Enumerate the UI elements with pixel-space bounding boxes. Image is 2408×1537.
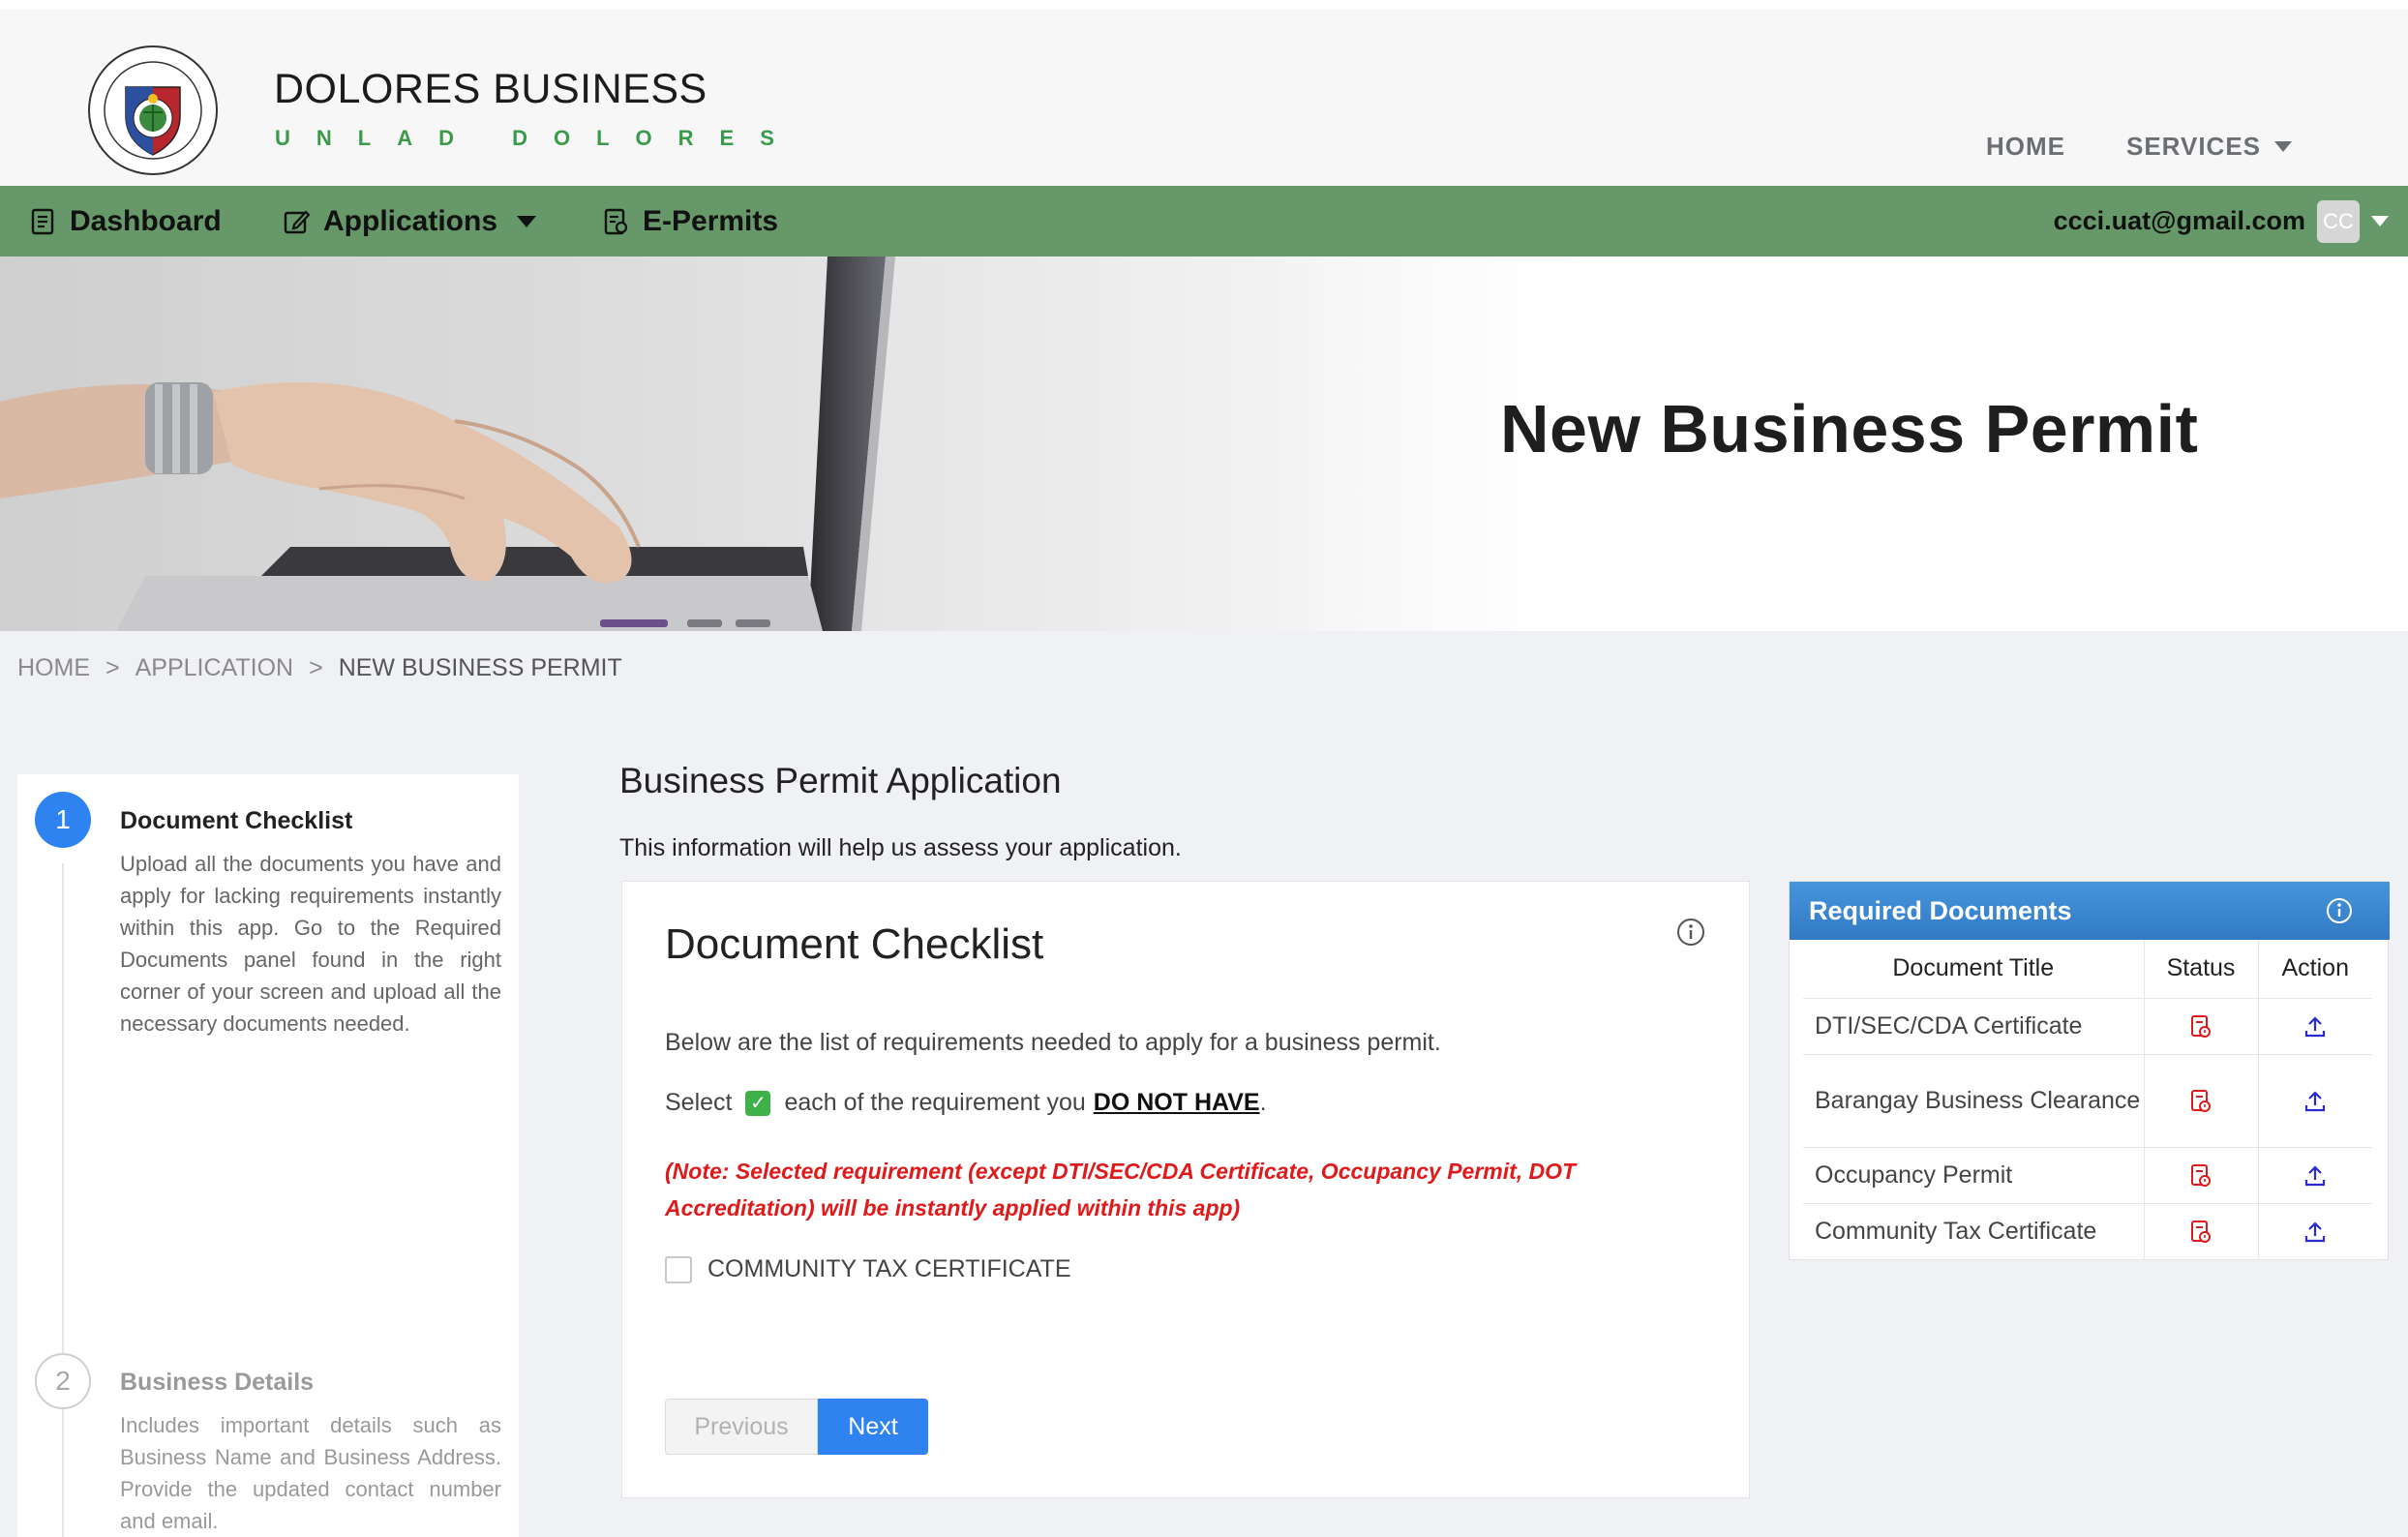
upload-icon[interactable] — [2303, 1163, 2327, 1189]
step-2-indicator[interactable]: 2 — [35, 1353, 91, 1409]
progress-stepper: 1 Document Checklist Upload all the docu… — [17, 774, 519, 1537]
document-title: Community Tax Certificate — [1803, 1203, 2144, 1260]
document-pending-icon[interactable] — [2189, 1163, 2212, 1189]
step-1-description: Upload all the documents you have and ap… — [120, 852, 501, 1036]
column-header: Status — [2143, 940, 2258, 999]
section-subtitle: This information will help us assess you… — [619, 834, 1182, 861]
top-header: DOLORES BUSINESS UNLAD DOLORES HOME SERV… — [0, 0, 2408, 186]
brand-title: DOLORES BUSINESS — [274, 66, 707, 112]
nav-home-link[interactable]: HOME — [1986, 132, 2065, 162]
instruction-suffix: . — [1259, 1089, 1267, 1116]
breadcrumb: HOME > APPLICATION > NEW BUSINESS PERMIT — [17, 654, 622, 682]
instruction-emphasis: DO NOT HAVE — [1093, 1089, 1260, 1116]
main-navbar: Dashboard Applications E-Permits ccci.ua… — [0, 186, 2408, 256]
nav-services-label: SERVICES — [2126, 132, 2262, 161]
checklist-intro: Below are the list of requirements neede… — [665, 1029, 1441, 1056]
stepper-line — [62, 863, 64, 1537]
nav-epermits-label: E-Permits — [643, 204, 779, 237]
card-title: Document Checklist — [665, 920, 1044, 968]
step-2-description: Includes important details such as Busin… — [120, 1413, 501, 1533]
user-email: ccci.uat@gmail.com — [2053, 206, 2305, 235]
step-1-title[interactable]: Document Checklist — [120, 807, 352, 835]
nav-dashboard-label: Dashboard — [70, 204, 222, 237]
required-documents-header: Required Documents — [1790, 882, 2390, 940]
instruction-middle: each of the requirement you — [784, 1089, 1086, 1116]
nav-dashboard[interactable]: Dashboard — [29, 186, 222, 256]
info-icon[interactable] — [2324, 895, 2355, 926]
nav-services-dropdown[interactable]: SERVICES — [2126, 132, 2293, 162]
breadcrumb-separator: > — [309, 654, 323, 681]
edit-icon — [284, 209, 310, 233]
community-tax-checkbox[interactable] — [665, 1255, 692, 1283]
info-icon[interactable] — [1675, 917, 1706, 948]
column-header: Document Title — [1803, 940, 2144, 999]
step-2-title[interactable]: Business Details — [120, 1369, 314, 1397]
document-checklist-card: Document Checklist Below are the list of… — [621, 881, 1750, 1498]
required-documents-title: Required Documents — [1809, 895, 2072, 925]
breadcrumb-home[interactable]: HOME — [17, 654, 90, 682]
table-row: DTI/SEC/CDA Certificate — [1803, 998, 2372, 1055]
requirement-checkbox-row[interactable]: COMMUNITY TAX CERTIFICATE — [665, 1255, 1071, 1283]
brand-subtitle: UNLAD DOLORES — [275, 126, 800, 150]
checkmark-icon: ✓ — [745, 1090, 771, 1116]
dashboard-icon — [31, 208, 54, 234]
nav-epermits[interactable]: E-Permits — [602, 186, 778, 256]
page-title: New Business Permit — [1500, 391, 2199, 467]
breadcrumb-separator: > — [105, 654, 120, 681]
document-pending-icon[interactable] — [2189, 1014, 2212, 1040]
required-documents-panel: Required Documents Document Title Status… — [1789, 881, 2390, 1260]
upload-icon[interactable] — [2303, 1089, 2327, 1114]
document-pending-icon[interactable] — [2189, 1089, 2212, 1114]
table-row: Barangay Business Clearance — [1803, 1054, 2372, 1148]
permit-document-icon — [604, 208, 628, 234]
breadcrumb-application[interactable]: APPLICATION — [135, 654, 293, 682]
document-title: DTI/SEC/CDA Certificate — [1803, 998, 2144, 1055]
checklist-note: (Note: Selected requirement (except DTI/… — [665, 1159, 1577, 1221]
column-header: Action — [2257, 940, 2372, 999]
required-documents-table: Document Title Status Action DTI/SEC/CDA… — [1803, 940, 2372, 1260]
document-pending-icon[interactable] — [2189, 1220, 2212, 1245]
upload-icon[interactable] — [2303, 1220, 2327, 1245]
hero-banner: New Business Permit — [0, 256, 2408, 631]
upload-icon[interactable] — [2303, 1014, 2327, 1040]
document-title: Barangay Business Clearance — [1803, 1054, 2144, 1148]
breadcrumb-current: NEW BUSINESS PERMIT — [338, 654, 622, 681]
municipal-seal-icon[interactable] — [87, 45, 219, 176]
checkbox-label[interactable]: COMMUNITY TAX CERTIFICATE — [707, 1255, 1071, 1283]
nav-applications-label: Applications — [323, 204, 498, 237]
chevron-down-icon — [517, 215, 537, 227]
step-1-indicator[interactable]: 1 — [35, 792, 91, 848]
table-row: Occupancy Permit — [1803, 1147, 2372, 1204]
chevron-down-icon — [2274, 141, 2293, 152]
laptop-hands-illustration — [0, 256, 1645, 631]
table-header-row: Document Title Status Action — [1803, 940, 2372, 999]
avatar[interactable]: CC — [2317, 199, 2360, 243]
user-menu[interactable]: ccci.uat@gmail.com CC — [2054, 186, 2389, 256]
nav-applications-dropdown[interactable]: Applications — [283, 186, 537, 256]
table-row: Community Tax Certificate — [1803, 1203, 2372, 1260]
instruction-prefix: Select — [665, 1089, 733, 1116]
chevron-down-icon[interactable] — [2371, 216, 2389, 226]
document-title: Occupancy Permit — [1803, 1147, 2144, 1204]
section-title: Business Permit Application — [619, 761, 1062, 800]
previous-button[interactable]: Previous — [665, 1399, 818, 1455]
next-button[interactable]: Next — [818, 1399, 928, 1455]
checklist-instruction: Select ✓ each of the requirement you DO … — [665, 1089, 1267, 1117]
